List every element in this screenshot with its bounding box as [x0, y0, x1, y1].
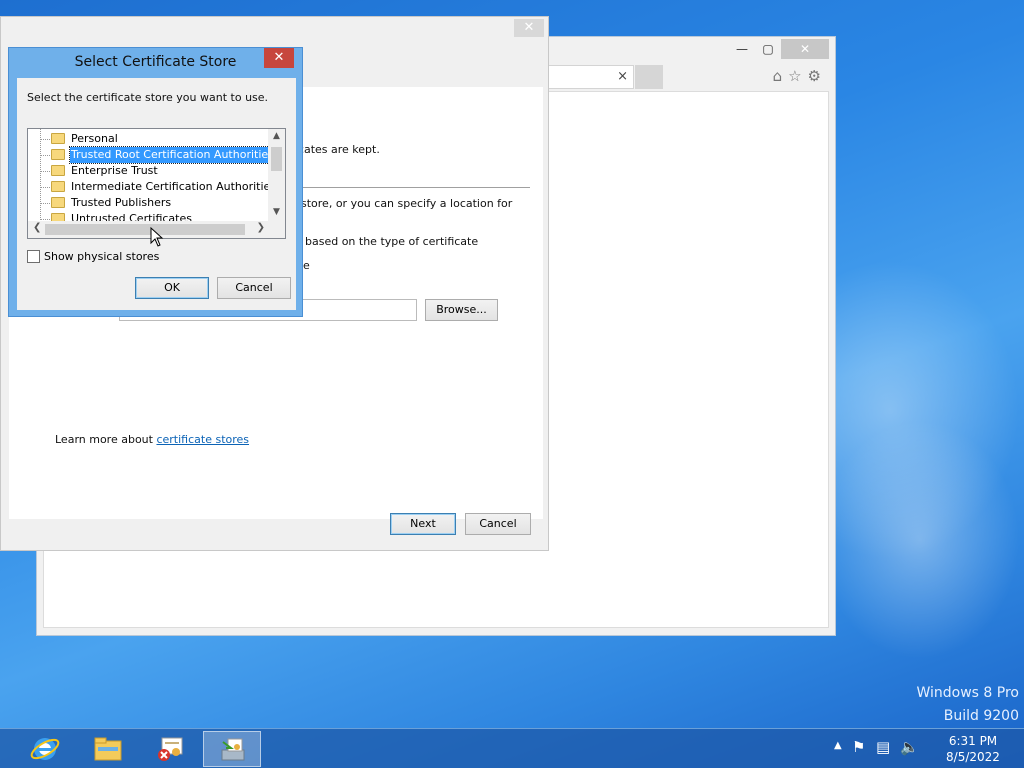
certificate-stores-link[interactable]: certificate stores [156, 433, 249, 446]
new-tab-button[interactable] [635, 65, 663, 89]
folder-icon [51, 149, 65, 160]
scroll-right-icon[interactable]: ❯ [257, 222, 265, 233]
clock-time: 6:31 PM [948, 734, 998, 748]
maximize-button[interactable]: ▢ [755, 39, 781, 59]
watermark-edition: Windows 8 Pro [916, 685, 1019, 701]
gear-icon[interactable]: ⚙ [808, 67, 821, 85]
wizard-text-partial: e [303, 259, 310, 272]
action-center-flag-icon[interactable]: ⚑ [852, 738, 865, 756]
tree-connector [40, 219, 50, 220]
internet-explorer-icon [30, 738, 60, 760]
tree-item-label: Personal [71, 132, 118, 145]
divider [279, 187, 530, 188]
dialog-close-button[interactable]: ✕ [264, 48, 294, 68]
network-icon[interactable]: ▤ [876, 738, 890, 756]
scroll-thumb[interactable] [271, 147, 282, 171]
certificate-import-icon [221, 738, 245, 761]
tree-item-label: Intermediate Certification Authorities [71, 180, 277, 193]
dialog-cancel-button[interactable]: Cancel [217, 277, 291, 299]
tree-item-trusted-root[interactable]: Trusted Root Certification Authorities [28, 146, 276, 164]
scroll-left-icon[interactable]: ❮ [33, 222, 41, 233]
wizard-text-specify: store, or you can specify a location for [301, 197, 513, 210]
hscroll-thumb[interactable] [45, 224, 245, 235]
show-hidden-icons-icon[interactable]: ▲ [834, 740, 842, 751]
dialog-body: Select the certificate store you want to… [17, 78, 296, 310]
learn-more-prefix: Learn more about [55, 433, 157, 446]
tab-close-icon[interactable]: × [617, 69, 628, 84]
browse-button[interactable]: Browse... [425, 299, 498, 321]
clock[interactable]: 6:31 PM 8/5/2022 [938, 733, 1008, 765]
taskbar-certificate-import[interactable] [203, 731, 261, 767]
browser-window-controls: — ▢ ✕ [729, 39, 829, 59]
clock-date: 8/5/2022 [946, 750, 1000, 764]
star-icon[interactable]: ☆ [788, 67, 801, 85]
wizard-cancel-button[interactable]: Cancel [465, 513, 531, 535]
tree-connector [40, 155, 50, 156]
tree-item-label: Trusted Publishers [71, 196, 172, 209]
tree-connector [40, 139, 50, 140]
ok-button[interactable]: OK [135, 277, 209, 299]
tree-item-enterprise-trust[interactable]: Enterprise Trust [28, 163, 268, 179]
select-certificate-store-dialog: Select Certificate Store ✕ Select the ce… [8, 47, 303, 317]
browser-toolbar: ⌂ ☆ ⚙ [773, 67, 821, 85]
tree-connector [40, 171, 50, 172]
certificate-store-tree[interactable]: Personal Trusted Root Certification Auth… [27, 128, 286, 239]
dialog-prompt: Select the certificate store you want to… [27, 91, 269, 104]
folder-icon [51, 133, 65, 144]
folder-icon [51, 181, 65, 192]
folder-icon [51, 165, 65, 176]
tree-item-label: Enterprise Trust [71, 164, 158, 177]
checkbox-box[interactable] [27, 250, 40, 263]
tree-item-label: Trusted Root Certification Authorities [69, 146, 276, 164]
certificate-error-icon [158, 737, 183, 761]
watermark-build: Build 9200 [943, 708, 1019, 724]
wallpaper-glow-2 [820, 420, 1020, 660]
tree-item-personal[interactable]: Personal [28, 131, 268, 147]
mouse-cursor-icon [150, 227, 164, 247]
wizard-text-based-on: based on the type of certificate [305, 235, 479, 248]
wizard-close-button[interactable]: ✕ [514, 19, 544, 37]
checkbox-label: Show physical stores [44, 250, 160, 263]
folder-icon [51, 197, 65, 208]
taskbar-internet-explorer[interactable] [16, 731, 74, 767]
wizard-text-kept: ficates are kept. [291, 143, 380, 156]
system-tray: ▲ ⚑ ▤ 🔈 6:31 PM 8/5/2022 [834, 729, 1024, 768]
file-explorer-icon [94, 737, 122, 761]
learn-more-text: Learn more about certificate stores [55, 433, 249, 446]
taskbar: ▲ ⚑ ▤ 🔈 6:31 PM 8/5/2022 [0, 728, 1024, 768]
taskbar-certificate-manager[interactable] [141, 731, 199, 767]
minimize-button[interactable]: — [729, 39, 755, 59]
next-button[interactable]: Next [390, 513, 456, 535]
browser-tab[interactable]: × [542, 65, 634, 89]
show-physical-stores-checkbox[interactable]: Show physical stores [27, 250, 159, 263]
scroll-up-icon[interactable]: ▲ [268, 131, 285, 141]
scroll-down-icon[interactable]: ▼ [268, 207, 285, 217]
volume-muted-icon[interactable]: 🔈 [900, 738, 919, 756]
home-icon[interactable]: ⌂ [773, 67, 783, 85]
close-button[interactable]: ✕ [781, 39, 829, 59]
tree-item-intermediate[interactable]: Intermediate Certification Authorities [28, 179, 276, 195]
vertical-scrollbar[interactable]: ▲ ▼ [268, 129, 285, 222]
dialog-title: Select Certificate Store [74, 54, 237, 70]
tree-item-trusted-publishers[interactable]: Trusted Publishers [28, 195, 268, 211]
taskbar-file-explorer[interactable] [79, 731, 137, 767]
tree-connector [40, 187, 50, 188]
tree-connector [40, 203, 50, 204]
